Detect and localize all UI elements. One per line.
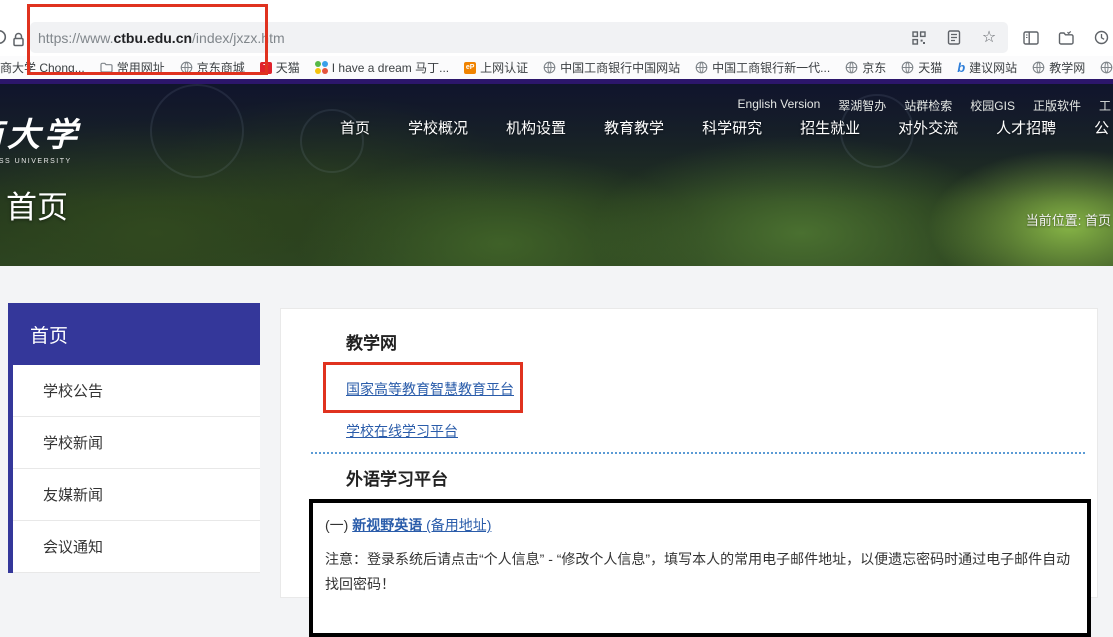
bookmark-item[interactable]: 校园网自助服务系统 xyxy=(1100,59,1113,76)
topbar-link-gis[interactable]: 校园GIS xyxy=(970,97,1015,114)
nav-organization[interactable]: 机构设置 xyxy=(506,117,566,138)
nav-research[interactable]: 科学研究 xyxy=(702,117,762,138)
box-item-prefix: (一) xyxy=(325,517,352,533)
site-main-nav: 首页 学校概况 机构设置 教育教学 科学研究 招生就业 对外交流 人才招聘 公 xyxy=(340,117,1109,138)
nav-exchange[interactable]: 对外交流 xyxy=(898,117,958,138)
bookmark-label: 上网认证 xyxy=(480,59,528,76)
section-title-foreign-language: 外语学习平台 xyxy=(346,465,448,490)
box-note-text: 注意：登录系统后请点击“个人信息” - “修改个人信息”，填写本人的常用电子邮件… xyxy=(325,547,1075,597)
sidebar-item-media-news[interactable]: 友媒新闻 xyxy=(13,469,260,521)
globe-icon xyxy=(543,61,556,74)
sidebar-item-meeting-notices[interactable]: 会议通知 xyxy=(13,521,260,573)
topbar-link-cuihu[interactable]: 翠湖智办 xyxy=(838,97,886,114)
url-domain: ctbu.edu.cn xyxy=(113,30,192,46)
box-heading-line: (一) 新视野英语 (备用地址) xyxy=(325,515,1075,535)
globe-icon xyxy=(845,61,858,74)
bookmark-item[interactable]: 京东商城 xyxy=(180,59,245,76)
dotted-divider xyxy=(311,452,1085,454)
bookmark-item[interactable]: 教学网 xyxy=(1032,59,1085,76)
nav-public-cut[interactable]: 公 xyxy=(1094,117,1109,138)
section-title-teaching-net: 教学网 xyxy=(346,329,397,354)
browser-chrome: https://www.ctbu.edu.cn/index/jxzx.htm ☆ xyxy=(0,0,1113,56)
bookmark-label: 中国工商银行新一代... xyxy=(712,59,830,76)
globe-icon xyxy=(1100,61,1113,74)
nav-recruitment[interactable]: 人才招聘 xyxy=(996,117,1056,138)
bookmark-label: 教学网 xyxy=(1049,59,1085,76)
globe-icon xyxy=(180,61,193,74)
lock-icon[interactable] xyxy=(9,30,27,48)
url-path: /index/jxzx.htm xyxy=(192,30,285,46)
topbar-link-sitesearch[interactable]: 站群检索 xyxy=(904,97,952,114)
bookmark-label: 常用网址 xyxy=(117,59,165,76)
main-content-panel: 教学网 国家高等教育智慧教育平台 学校在线学习平台 外语学习平台 (一) 新视野… xyxy=(280,308,1098,598)
reading-mode-icon[interactable] xyxy=(945,29,963,47)
bookmark-item[interactable]: 中国工商银行新一代... xyxy=(695,59,830,76)
topbar-link-software[interactable]: 正版软件 xyxy=(1033,97,1081,114)
bookmark-label: 京东 xyxy=(862,59,886,76)
bookmark-label: 天猫 xyxy=(276,59,300,76)
bookmark-label: I have a dream 马丁... xyxy=(332,59,449,76)
sidebar-item-announcements[interactable]: 学校公告 xyxy=(13,365,260,417)
bookmark-item[interactable]: 京东 xyxy=(845,59,886,76)
qr-code-icon[interactable] xyxy=(910,29,928,47)
nav-home[interactable]: 首页 xyxy=(340,117,370,138)
breadcrumb: 当前位置: 首页 xyxy=(1026,210,1111,229)
ep-auth-icon: eP xyxy=(464,62,476,74)
refresh-icon[interactable] xyxy=(0,28,8,46)
globe-icon xyxy=(1032,61,1045,74)
link-new-horizon-english[interactable]: 新视野英语 xyxy=(352,517,422,533)
bookmark-item[interactable]: eP 上网认证 xyxy=(464,59,528,76)
link-backup-address[interactable]: (备用地址) xyxy=(422,517,491,533)
url-text[interactable]: https://www.ctbu.edu.cn/index/jxzx.htm xyxy=(38,30,285,46)
bookmark-item[interactable]: 天猫 xyxy=(901,59,942,76)
link-national-smart-education[interactable]: 国家高等教育智慧教育平台 xyxy=(346,379,514,399)
bookmark-item[interactable]: 工商大学 Chong... xyxy=(0,59,85,76)
logo-en-text: USINESS UNIVERSITY xyxy=(0,158,81,165)
sidebar-item-school-news[interactable]: 学校新闻 xyxy=(13,417,260,469)
cloud-decoration xyxy=(150,84,244,178)
bookmark-item[interactable]: 中国工商银行中国网站 xyxy=(543,59,680,76)
address-bar[interactable]: https://www.ctbu.edu.cn/index/jxzx.htm ☆ xyxy=(30,22,1008,53)
bookmarks-bar: 工商大学 Chong... 常用网址 京东商城 T 天猫 I have a dr… xyxy=(0,56,1113,79)
split-screen-icon[interactable] xyxy=(1022,29,1040,47)
university-logo[interactable]: 商大学 USINESS UNIVERSITY xyxy=(0,108,81,165)
page-title: 首页 xyxy=(6,182,68,227)
bookmark-label: 京东商城 xyxy=(197,59,245,76)
history-clock-icon[interactable] xyxy=(1092,29,1110,47)
bookmark-item[interactable]: 常用网址 xyxy=(100,59,165,76)
folder-icon xyxy=(100,61,113,74)
sidebar-header: 首页 xyxy=(8,303,260,365)
sidebar: 首页 学校公告 学校新闻 友媒新闻 会议通知 xyxy=(8,303,260,573)
bookmark-label: 建议网站 xyxy=(969,59,1017,76)
sidebar-list: 学校公告 学校新闻 友媒新闻 会议通知 xyxy=(8,365,260,573)
bookmark-label: 中国工商银行中国网站 xyxy=(560,59,680,76)
bookmark-label: 天猫 xyxy=(918,59,942,76)
pinwheel-icon xyxy=(315,61,328,74)
bookmark-item[interactable]: I have a dream 马丁... xyxy=(315,59,449,76)
nav-admissions[interactable]: 招生就业 xyxy=(800,117,860,138)
foreign-language-box: (一) 新视野英语 (备用地址) 注意：登录系统后请点击“个人信息” - “修改… xyxy=(309,499,1091,637)
bookmark-item[interactable]: b 建议网站 xyxy=(957,59,1017,76)
url-scheme: https://www. xyxy=(38,30,113,46)
nav-overview[interactable]: 学校概况 xyxy=(408,117,468,138)
favorite-star-icon[interactable]: ☆ xyxy=(980,29,998,47)
bookmark-item[interactable]: T 天猫 xyxy=(260,59,300,76)
link-school-online-learning[interactable]: 学校在线学习平台 xyxy=(346,421,458,441)
globe-icon xyxy=(901,61,914,74)
bing-icon: b xyxy=(957,60,965,75)
collections-folder-icon[interactable] xyxy=(1057,29,1075,47)
site-topbar-links: English Version 翠湖智办 站群检索 校园GIS 正版软件 工 xyxy=(738,97,1111,114)
topbar-link-cut[interactable]: 工 xyxy=(1099,97,1111,114)
logo-cn-text: 商大学 xyxy=(0,108,81,156)
globe-icon xyxy=(695,61,708,74)
tmall-icon: T xyxy=(260,62,272,74)
site-hero-banner: 商大学 USINESS UNIVERSITY English Version 翠… xyxy=(0,84,1113,266)
bookmark-label: 工商大学 Chong... xyxy=(0,59,85,76)
nav-teaching[interactable]: 教育教学 xyxy=(604,117,664,138)
topbar-link-english[interactable]: English Version xyxy=(738,97,821,114)
